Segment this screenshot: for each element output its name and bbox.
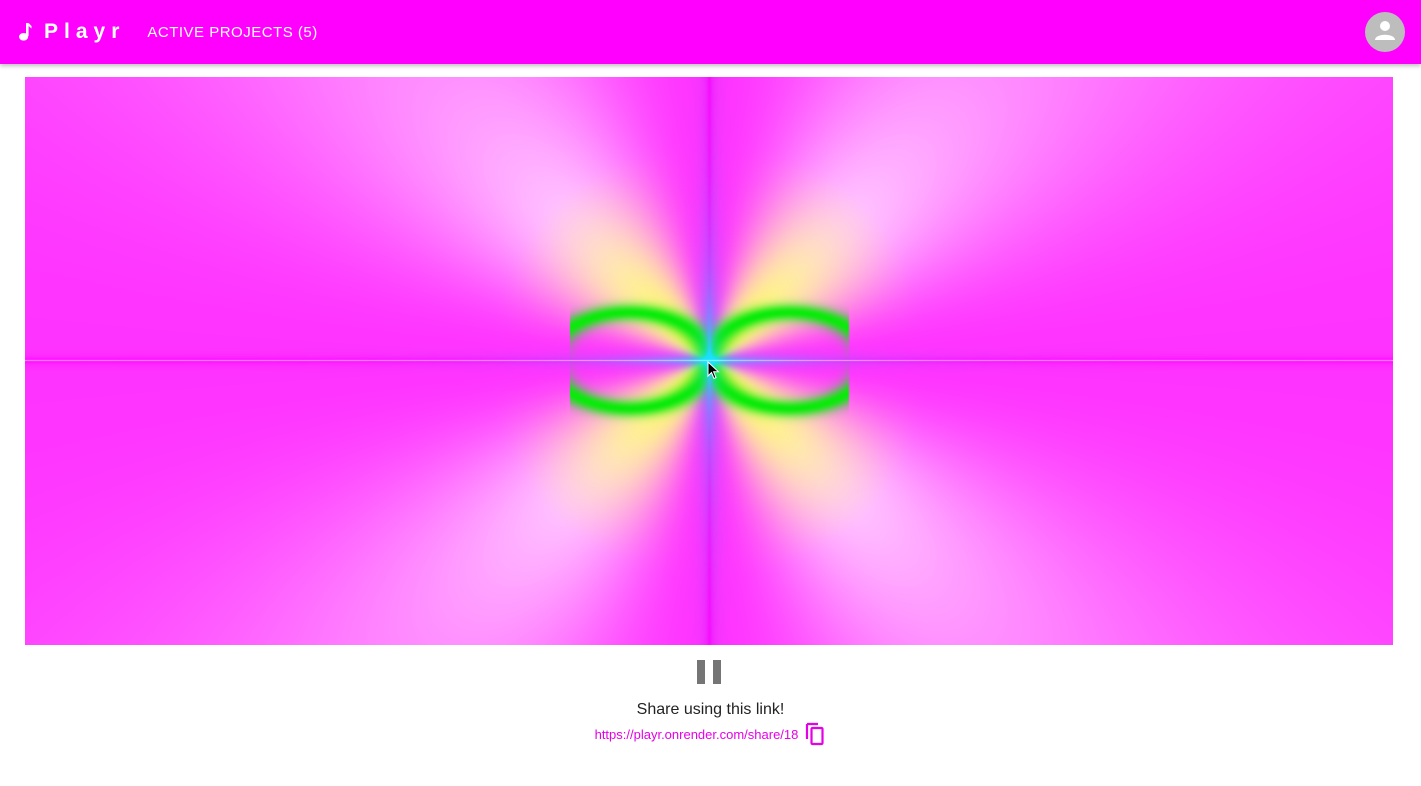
share-caption: Share using this link! (636, 701, 785, 718)
pause-icon (713, 660, 721, 684)
user-avatar-button[interactable] (1365, 12, 1405, 52)
pause-icon (697, 660, 705, 684)
visualizer-canvas[interactable] (25, 77, 1393, 645)
brand-logo[interactable]: Playr (18, 20, 125, 44)
share-row: https://playr.onrender.com/share/18 (0, 722, 1421, 746)
music-note-icon (18, 22, 32, 42)
pattern-canvas (25, 77, 1393, 645)
pause-button[interactable] (697, 658, 721, 686)
account-icon (1372, 17, 1398, 48)
active-projects-link[interactable]: ACTIVE PROJECTS (5) (147, 24, 317, 41)
app-bar: Playr ACTIVE PROJECTS (5) (0, 0, 1421, 64)
share-link[interactable]: https://playr.onrender.com/share/18 (595, 727, 799, 742)
brand-name: Playr (44, 20, 126, 43)
copy-icon[interactable] (804, 722, 826, 746)
